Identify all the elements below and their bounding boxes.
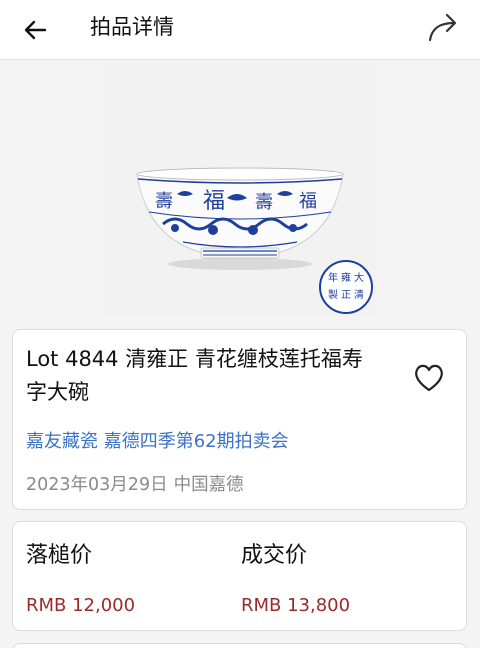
seal-char: 雍 — [341, 271, 351, 284]
arrow-left-icon — [24, 20, 47, 40]
lot-title: Lot 4844 清雍正 青花缠枝莲托福寿字大碗 — [26, 347, 363, 404]
favorite-button[interactable] — [412, 362, 446, 394]
svg-text:福: 福 — [203, 189, 225, 214]
price-card: 落槌价 RMB 12,000 成交价 RMB 13,800 — [12, 521, 467, 631]
hammer-price-label: 落槌价 — [26, 543, 93, 568]
auction-location: 中国嘉德 — [173, 475, 244, 495]
deal-price-block: 成交价 RMB 13,800 — [241, 540, 350, 619]
deal-price-value: RMB 13,800 — [241, 595, 351, 616]
auction-session-link[interactable]: 嘉友藏瓷 嘉德四季第62期拍卖会 — [26, 429, 289, 455]
lot-image[interactable]: 壽 福 壽 福 大 清 雍 正 年 製 — [103, 62, 377, 316]
page-title: 拍品详情 — [90, 15, 174, 39]
next-card — [12, 643, 467, 648]
top-app-bar: 拍品详情 — [0, 0, 480, 60]
lot-image-area: 壽 福 壽 福 大 清 雍 正 年 製 — [0, 61, 480, 323]
svg-text:福: 福 — [299, 191, 317, 212]
seal-char: 正 — [341, 290, 351, 301]
svg-text:壽: 壽 — [155, 191, 173, 212]
hammer-price-block: 落槌价 RMB 12,000 — [26, 540, 135, 619]
back-button[interactable] — [18, 12, 54, 48]
reign-seal-mark: 大 清 雍 正 年 製 — [319, 260, 373, 314]
seal-char: 清 — [354, 288, 364, 301]
lot-info-card: Lot 4844 清雍正 青花缠枝莲托福寿字大碗 嘉友藏瓷 嘉德四季第62期拍卖… — [12, 329, 467, 510]
seal-char: 大 — [354, 271, 364, 284]
auction-date: 2023年03月29日 — [26, 475, 168, 495]
share-arrow-icon — [428, 13, 457, 42]
deal-price-label: 成交价 — [241, 543, 308, 568]
share-button[interactable] — [424, 10, 464, 46]
seal-char: 年 — [328, 271, 338, 284]
hammer-price-value: RMB 12,000 — [26, 595, 136, 616]
seal-char: 製 — [328, 288, 338, 301]
heart-outline-icon — [415, 364, 443, 392]
svg-text:壽: 壽 — [255, 192, 273, 213]
lot-date-location: 2023年03月29日 中国嘉德 — [26, 472, 244, 498]
